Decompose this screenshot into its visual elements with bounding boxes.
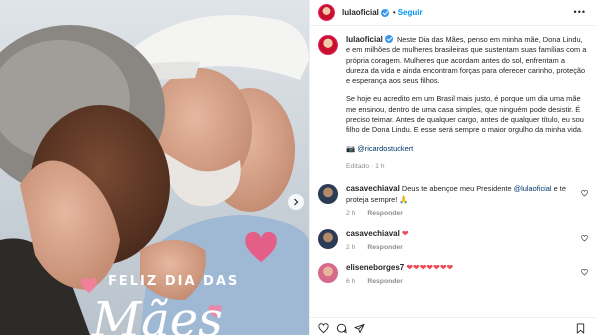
more-options-icon[interactable]: •••: [574, 8, 586, 17]
comment-text: ❤❤❤❤❤❤❤: [406, 263, 454, 273]
comment-time: 2 h: [346, 244, 356, 252]
chevron-right-icon: [294, 198, 299, 206]
comment-item: casavechiaval Deus te abençoe meu Presid…: [310, 184, 596, 217]
comment-icon[interactable]: [336, 323, 347, 334]
heart-icon[interactable]: [318, 323, 329, 334]
heart-icon[interactable]: [581, 269, 588, 276]
comment-item: casavechiaval ❤ 2 h Responder: [310, 228, 596, 252]
heart-icon[interactable]: [581, 235, 588, 242]
avatar[interactable]: [318, 184, 338, 205]
comment-text: Deus te abençoe meu Presidente: [401, 184, 514, 194]
reply-button[interactable]: Responder: [367, 210, 403, 217]
caption-paragraph-2: Se hoje eu acredito em um Brasil mais ju…: [346, 94, 584, 135]
comment-item: eliseneborges7 ❤❤❤❤❤❤❤ 6 h Responder: [310, 263, 596, 285]
post-caption: lulaoficial Neste Dia das Mães, penso em…: [310, 27, 596, 172]
action-bar: [310, 317, 596, 335]
bookmark-icon[interactable]: [575, 323, 586, 334]
post-sidebar: lulaoficial • Seguir ••• lulaoficial Nes…: [309, 0, 596, 335]
caption-username[interactable]: lulaoficial: [346, 35, 383, 44]
post-image[interactable]: FELIZ DIA DAS Mães: [0, 0, 309, 335]
comment-username[interactable]: casavechiaval: [346, 229, 400, 238]
avatar[interactable]: [318, 4, 335, 21]
image-caption-large: Mães: [92, 292, 223, 335]
comment-username[interactable]: eliseneborges7: [346, 263, 404, 272]
comment-time: 2 h: [346, 209, 356, 217]
avatar[interactable]: [318, 35, 338, 55]
photo-credit[interactable]: 📷 @ricardostuckert: [346, 144, 588, 154]
avatar[interactable]: [318, 228, 338, 249]
heart-icon[interactable]: [581, 190, 588, 197]
share-icon[interactable]: [354, 323, 365, 334]
heart-decoration-icon: [245, 232, 277, 263]
separator: •: [392, 8, 396, 17]
image-caption: FELIZ DIA DAS: [108, 274, 240, 289]
reply-button[interactable]: Responder: [367, 244, 403, 251]
verified-badge-icon: [380, 8, 389, 17]
header-username[interactable]: lulaoficial: [342, 8, 379, 17]
avatar[interactable]: [318, 263, 338, 284]
comment-mention[interactable]: @lulaoficial: [514, 184, 552, 193]
carousel-next-button[interactable]: [288, 194, 304, 210]
post-header: lulaoficial • Seguir •••: [310, 0, 596, 26]
comment-text: ❤: [401, 228, 409, 238]
reply-button[interactable]: Responder: [367, 278, 403, 285]
follow-button[interactable]: Seguir: [398, 8, 423, 17]
comment-time: 6 h: [346, 278, 356, 286]
comment-username[interactable]: casavechiaval: [346, 184, 400, 193]
comments-area[interactable]: lulaoficial Neste Dia das Mães, penso em…: [310, 27, 596, 317]
edited-timestamp: Editado · 1 h: [346, 162, 385, 170]
verified-badge-icon: [384, 35, 393, 43]
